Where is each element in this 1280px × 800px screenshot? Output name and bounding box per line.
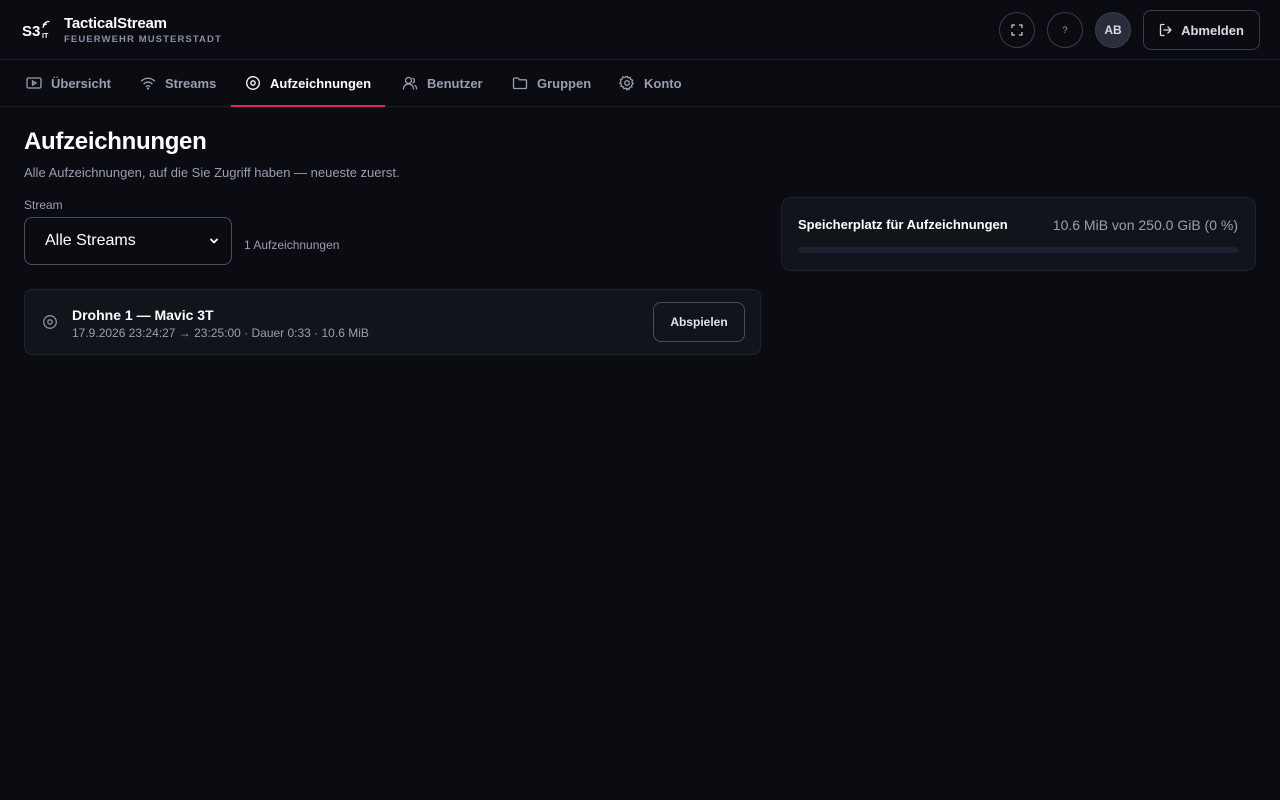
s3it-logo: S3 IT: [22, 20, 50, 40]
stream-select-value: Alle Streams: [45, 232, 136, 249]
wifi-icon: [140, 77, 156, 90]
tab-label: Benutzer: [427, 75, 483, 91]
storage-title: Speicherplatz für Aufzeichnungen: [798, 217, 1008, 232]
avatar-initials: AB: [1104, 23, 1122, 37]
storage-card: Speicherplatz für Aufzeichnungen 10.6 Mi…: [781, 197, 1256, 271]
help-button[interactable]: ?: [1047, 12, 1083, 48]
tab-streams[interactable]: Streams: [140, 60, 216, 106]
avatar[interactable]: AB: [1095, 12, 1131, 48]
recording-count: 1 Aufzeichnungen: [244, 238, 340, 252]
app-subtitle: FEUERWEHR MUSTERSTADT: [64, 34, 222, 45]
recording-list: Drohne 1 — Mavic 3T 17.9.2026 23:24:27 →…: [24, 289, 761, 355]
logout-label: Abmelden: [1181, 22, 1244, 38]
main-nav-tabs: Übersicht Streams Aufzeichnungen Benutze…: [0, 60, 1280, 107]
play-screen-icon: [26, 77, 42, 89]
recording-meta: 17.9.2026 23:24:27 → 23:25:00 · Dauer 0:…: [72, 326, 369, 340]
stream-filter-label: Stream: [24, 198, 63, 212]
tab-label: Konto: [644, 75, 682, 91]
svg-text:S3: S3: [22, 23, 40, 40]
logout-button[interactable]: Abmelden: [1143, 10, 1260, 50]
storage-value: 10.6 MiB von 250.0 GiB (0 %): [1052, 217, 1238, 233]
tab-benutzer[interactable]: Benutzer: [402, 60, 483, 106]
page-title: Aufzeichnungen: [24, 128, 207, 155]
tab-aufzeichnungen[interactable]: Aufzeichnungen: [230, 60, 386, 107]
user-icon: [402, 76, 418, 90]
fullscreen-icon: [1011, 24, 1023, 36]
recording-title: Drohne 1 — Mavic 3T: [72, 307, 214, 323]
stream-select[interactable]: Alle Streams: [24, 217, 232, 265]
page-subtitle: Alle Aufzeichnungen, auf die Sie Zugriff…: [24, 165, 400, 180]
svg-text:IT: IT: [42, 33, 49, 40]
record-icon: [246, 76, 260, 90]
folder-icon: [512, 77, 528, 90]
tab-label: Gruppen: [537, 75, 592, 91]
tab-konto[interactable]: Konto: [619, 60, 682, 106]
help-label: ?: [1062, 25, 1068, 35]
logout-icon: [1159, 23, 1172, 37]
tab-label: Streams: [165, 75, 217, 91]
fullscreen-button[interactable]: [999, 12, 1035, 48]
record-icon: [43, 315, 57, 329]
tab-gruppen[interactable]: Gruppen: [512, 60, 591, 106]
top-bar: S3 IT TacticalStream FEUERWEHR MUSTERSTA…: [0, 0, 1280, 60]
gear-icon: [619, 75, 635, 91]
app-title: TacticalStream: [64, 15, 167, 32]
storage-progress-bar: [798, 247, 1239, 253]
play-button-label: Abspielen: [670, 315, 728, 329]
play-button[interactable]: Abspielen: [653, 302, 745, 342]
tab-label: Aufzeichnungen: [270, 75, 372, 91]
chevron-down-icon: [210, 238, 218, 244]
tab-label: Übersicht: [51, 75, 111, 91]
tab-uebersicht[interactable]: Übersicht: [26, 60, 111, 106]
